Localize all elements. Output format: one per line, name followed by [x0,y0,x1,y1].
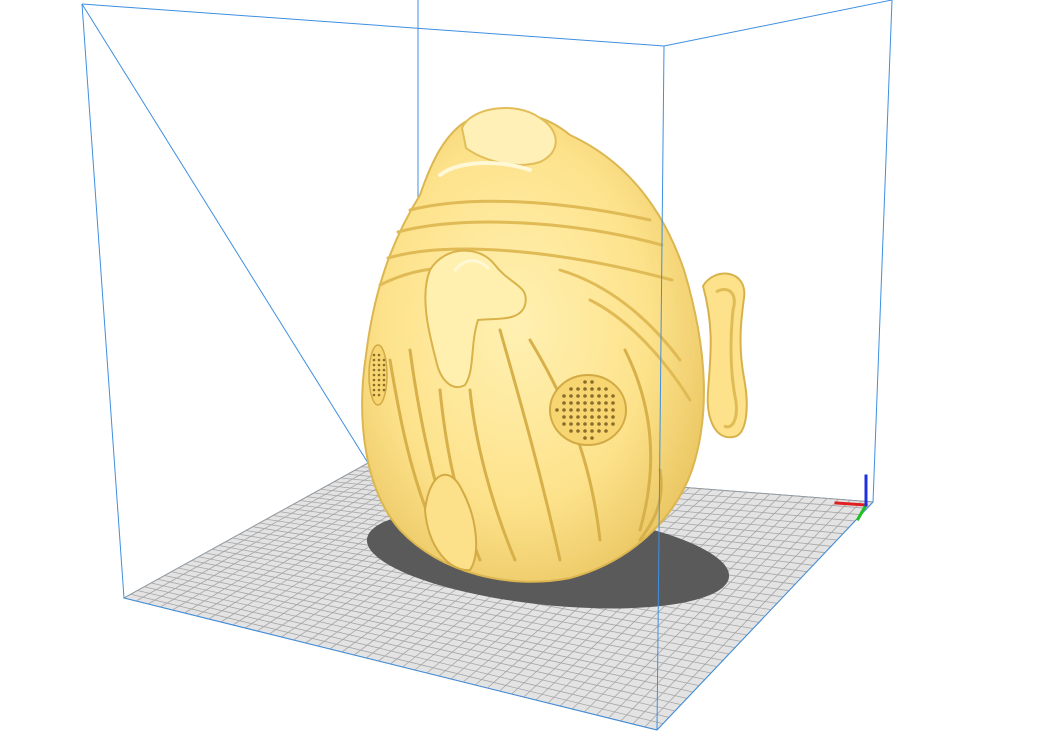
model-ear [701,272,748,439]
axis-x [834,501,868,507]
3d-viewport[interactable] [0,0,1043,732]
